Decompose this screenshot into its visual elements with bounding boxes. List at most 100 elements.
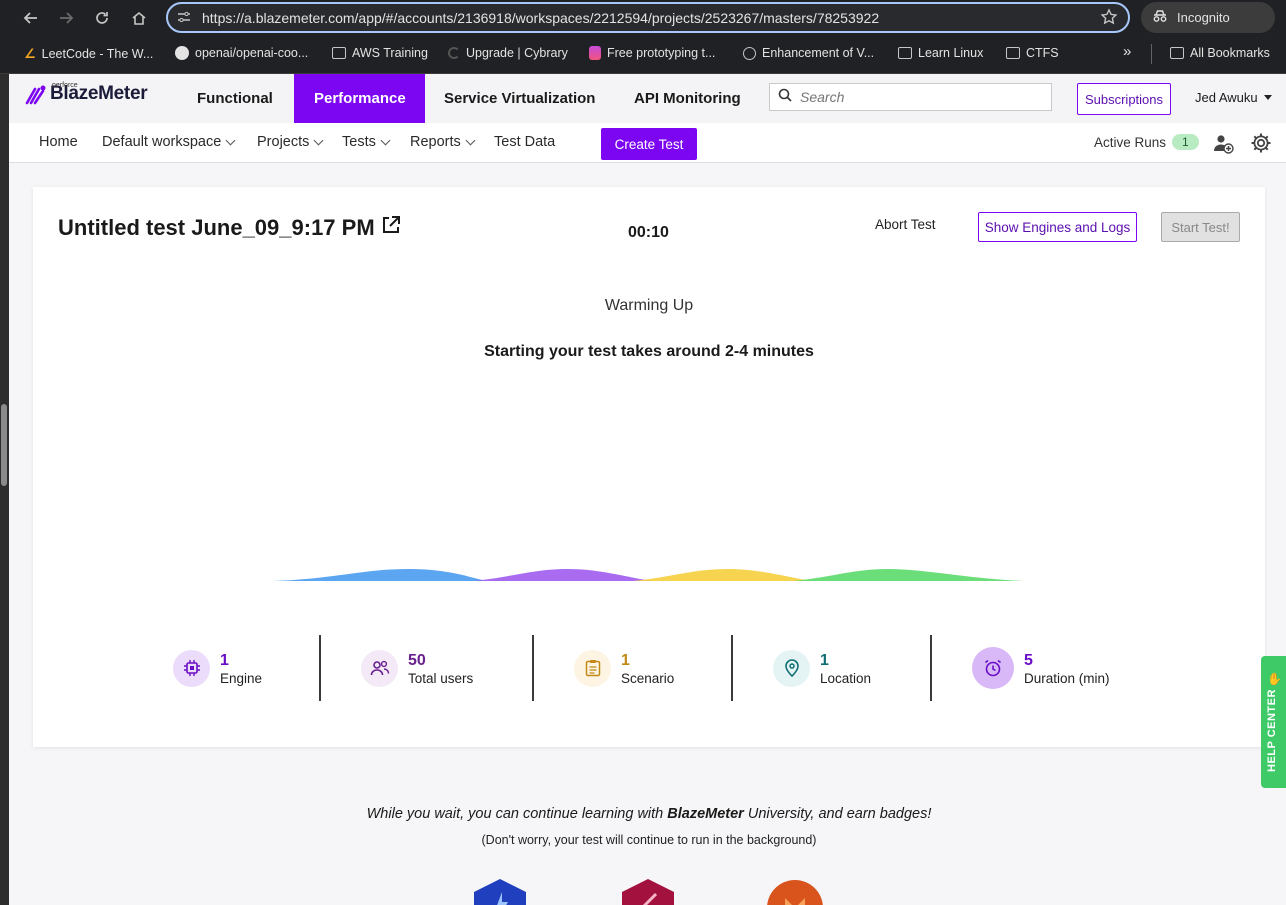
folder-icon — [898, 47, 912, 59]
bookmark-cybrary[interactable]: Upgrade | Cybrary — [448, 46, 568, 60]
bookmark-ctfs[interactable]: CTFS — [1006, 46, 1059, 60]
browser-toolbar: https://a.blazemeter.com/app/#/accounts/… — [0, 0, 1286, 36]
stat-engine-value: 1 — [220, 651, 229, 669]
add-user-icon[interactable] — [1212, 132, 1234, 154]
app-header: perforce BlazeMeter Functional Performan… — [9, 74, 1286, 123]
status-detail: Starting your test takes around 2-4 minu… — [484, 343, 814, 360]
test-run-card: Untitled test June_09_9:17 PM 00:10 Abor… — [33, 187, 1265, 747]
home-icon[interactable] — [128, 7, 150, 29]
user-name: Jed Awuku — [1195, 90, 1258, 105]
bookmark-learn-linux[interactable]: Learn Linux — [898, 46, 983, 60]
chevron-down-icon — [313, 135, 324, 145]
chevron-down-icon — [380, 135, 391, 145]
status-text: Warming Up — [604, 297, 694, 314]
nav-test-data[interactable]: Test Data — [494, 134, 555, 150]
wave-blue — [273, 569, 488, 581]
stat-divider — [532, 635, 534, 701]
stat-divider — [930, 635, 932, 701]
nav-tests-dropdown[interactable]: Tests — [342, 134, 391, 150]
incognito-indicator[interactable]: Incognito — [1141, 2, 1275, 33]
cpu-icon — [173, 649, 210, 687]
stat-engine-label: Engine — [220, 670, 263, 686]
all-bookmarks[interactable]: All Bookmarks — [1170, 46, 1270, 60]
bookmark-star-icon[interactable] — [1100, 8, 1118, 31]
left-scroll-strip — [0, 74, 9, 905]
address-bar[interactable]: https://a.blazemeter.com/app/#/accounts/… — [166, 2, 1130, 33]
nav-home[interactable]: Home — [39, 134, 78, 150]
tab-functional[interactable]: Functional — [177, 74, 293, 123]
stat-users-value: 50 — [408, 651, 426, 669]
stat-divider — [319, 635, 321, 701]
stat-duration-value: 5 — [1024, 651, 1033, 669]
tab-api-monitoring[interactable]: API Monitoring — [614, 74, 761, 123]
more-bookmarks-chevron-icon[interactable]: » — [1123, 43, 1131, 60]
folder-icon — [332, 47, 346, 59]
bookmark-aws-training[interactable]: AWS Training — [332, 46, 428, 60]
start-test-button[interactable]: Start Test! — [1161, 212, 1240, 242]
active-runs[interactable]: Active Runs 1 — [1094, 134, 1199, 150]
wave-purple — [473, 569, 653, 581]
create-test-button[interactable]: Create Test — [601, 128, 697, 160]
folder-icon — [1006, 47, 1020, 59]
stat-duration-label: Duration (min) — [1024, 670, 1110, 686]
user-menu[interactable]: Jed Awuku — [1195, 90, 1272, 105]
help-center-label: HELP CENTER — [1266, 689, 1278, 772]
nav-reports-dropdown[interactable]: Reports — [410, 134, 476, 150]
nav-projects-dropdown[interactable]: Projects — [257, 134, 324, 150]
test-title-text: Untitled test June_09_9:17 PM — [58, 215, 375, 240]
map-pin-icon — [773, 649, 810, 687]
bookmarks-divider — [1151, 44, 1152, 64]
stat-divider — [731, 635, 733, 701]
bookmark-prototyping[interactable]: Free prototyping t... — [589, 46, 715, 60]
subscriptions-button[interactable]: Subscriptions — [1077, 83, 1171, 115]
clipboard-icon — [574, 649, 611, 687]
scrollbar-thumb[interactable] — [1, 404, 7, 486]
site-settings-icon[interactable] — [176, 9, 192, 30]
stat-scenario-value: 1 — [621, 651, 630, 669]
show-engines-logs-button[interactable]: Show Engines and Logs — [978, 212, 1137, 242]
search-input[interactable] — [800, 89, 1030, 105]
stat-users: 50 Total users — [361, 635, 473, 701]
forward-arrow-icon[interactable] — [55, 7, 77, 29]
university-badge-blue[interactable] — [472, 878, 528, 905]
search-box[interactable] — [769, 83, 1052, 111]
github-icon — [175, 46, 189, 60]
reload-icon[interactable] — [91, 7, 113, 29]
cybrary-icon — [448, 47, 460, 59]
abort-test-button[interactable]: Abort Test — [875, 217, 936, 232]
url-text: https://a.blazemeter.com/app/#/accounts/… — [202, 10, 880, 26]
test-stats: 1 Engine 50 Total users 1 Scenario 1 Loc… — [33, 635, 1265, 701]
bookmarks-bar: ∠ LeetCode - The W... openai/openai-coo.… — [0, 36, 1286, 74]
incognito-icon — [1151, 9, 1169, 26]
tab-performance[interactable]: Performance — [294, 74, 425, 123]
tab-service-virtualization[interactable]: Service Virtualization — [424, 74, 615, 123]
leetcode-icon: ∠ — [24, 46, 36, 61]
back-arrow-icon[interactable] — [20, 7, 42, 29]
stat-engine: 1 Engine — [173, 635, 262, 701]
users-icon — [361, 649, 398, 687]
secondary-nav: Home Default workspace Projects Tests Re… — [9, 123, 1286, 163]
bookmark-github[interactable]: openai/openai-coo... — [175, 46, 308, 60]
learning-note: (Don't worry, your test will continue to… — [481, 833, 817, 847]
learning-brand: BlazeMeter — [667, 806, 744, 822]
blazemeter-logo[interactable]: perforce BlazeMeter — [25, 82, 148, 105]
elapsed-timer: 00:10 — [628, 224, 669, 241]
settings-gear-icon[interactable] — [1250, 132, 1272, 154]
stat-location-value: 1 — [820, 651, 829, 669]
search-icon — [778, 88, 792, 107]
stat-scenario: 1 Scenario — [574, 635, 674, 701]
chevron-down-icon — [465, 135, 476, 145]
wave-yellow — [633, 569, 813, 581]
learning-message: While you wait, you can continue learnin… — [366, 806, 932, 822]
folder-icon — [1170, 47, 1184, 59]
university-badge-orange[interactable] — [767, 878, 823, 905]
hand-wave-icon: ✋ — [1267, 672, 1282, 686]
bookmark-leetcode[interactable]: ∠ LeetCode - The W... — [24, 46, 153, 62]
warming-up-wave-graphic — [273, 569, 1023, 581]
globe-icon — [743, 46, 756, 60]
nav-workspace-dropdown[interactable]: Default workspace — [102, 134, 236, 150]
stat-scenario-label: Scenario — [621, 670, 675, 686]
external-link-icon[interactable] — [381, 215, 401, 241]
bookmark-enhancement[interactable]: Enhancement of V... — [743, 46, 874, 60]
university-badge-crimson[interactable] — [620, 878, 676, 905]
